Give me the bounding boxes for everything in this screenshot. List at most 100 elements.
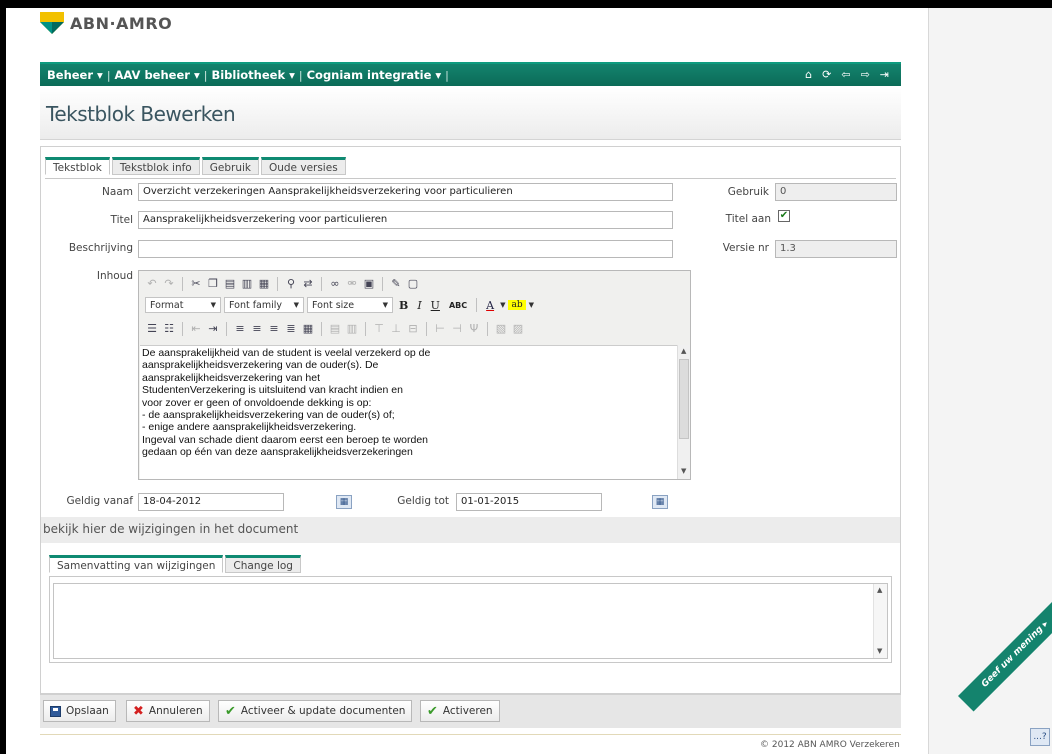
undo-icon[interactable]: ↶ bbox=[145, 277, 159, 291]
cell-props-icon[interactable]: ▥ bbox=[345, 322, 359, 336]
outdent-icon[interactable]: ⇤ bbox=[189, 322, 203, 336]
replace-icon[interactable]: ⇄ bbox=[301, 277, 315, 291]
geldig-vanaf-field[interactable]: 18-04-2012 bbox=[138, 493, 284, 511]
italic-button[interactable]: I bbox=[414, 299, 424, 312]
scroll-down-icon[interactable]: ▼ bbox=[681, 467, 686, 475]
text-color-button[interactable]: A bbox=[483, 299, 497, 312]
numbered-list-icon[interactable]: ☷ bbox=[162, 322, 176, 336]
check-icon: ✔ bbox=[225, 703, 236, 719]
nav-cogniam-integratie[interactable]: Cogniam integratie ▾ bbox=[304, 68, 445, 82]
nav-beheer[interactable]: Beheer ▾ bbox=[44, 68, 106, 82]
insert-row-after-icon[interactable]: ⊥ bbox=[389, 322, 403, 336]
cleanup-icon[interactable]: ✎ bbox=[389, 277, 403, 291]
tab-samenvatting[interactable]: Samenvatting van wijzigingen bbox=[49, 555, 224, 573]
link-icon[interactable]: ∞ bbox=[328, 277, 342, 291]
unlink-icon[interactable]: ⚮ bbox=[345, 277, 359, 291]
titel-aan-checkbox[interactable]: ✔ bbox=[778, 210, 790, 222]
html-source-icon[interactable]: ▢ bbox=[406, 277, 420, 291]
titel-field[interactable]: Aansprakelijkheidsverzekering voor parti… bbox=[138, 211, 673, 229]
beschrijving-field[interactable] bbox=[138, 240, 673, 258]
chevron-down-icon[interactable]: ▼ bbox=[500, 301, 505, 309]
chevron-down-icon[interactable]: ▼ bbox=[529, 301, 534, 309]
editor-line: - enige andere aansprakelijkheidsverzeke… bbox=[142, 421, 357, 434]
tab-gebruik[interactable]: Gebruik bbox=[201, 157, 259, 175]
toolbar-separator bbox=[382, 277, 383, 291]
back-icon[interactable]: ⇦ bbox=[841, 68, 850, 81]
toolbar-separator bbox=[487, 322, 488, 336]
tab-bar: Tekstblok Tekstblok info Gebruik Oude ve… bbox=[45, 157, 346, 175]
table-icon[interactable]: ▦ bbox=[301, 322, 315, 336]
align-justify-icon[interactable]: ≣ bbox=[284, 322, 298, 336]
bullet-list-icon[interactable]: ☰ bbox=[145, 322, 159, 336]
paste-icon[interactable]: ▤ bbox=[223, 277, 237, 291]
tab-tekstblok[interactable]: Tekstblok bbox=[45, 157, 110, 175]
toolbar-separator bbox=[426, 322, 427, 336]
insert-col-before-icon[interactable]: ⊢ bbox=[433, 322, 447, 336]
scroll-down-icon[interactable]: ▼ bbox=[877, 647, 882, 655]
action-bar: Opslaan ✖ Annuleren ✔ Activeer & update … bbox=[40, 694, 901, 728]
geldig-tot-field[interactable]: 01-01-2015 bbox=[456, 493, 602, 511]
underline-button[interactable]: U bbox=[428, 299, 443, 312]
font-size-select[interactable]: Font size ▼ bbox=[307, 297, 393, 313]
forward-icon[interactable]: ⇨ bbox=[861, 68, 870, 81]
insert-row-before-icon[interactable]: ⊤ bbox=[372, 322, 386, 336]
page-title: Tekstblok Bewerken bbox=[46, 102, 236, 126]
calendar-icon[interactable]: ▦ bbox=[336, 495, 352, 509]
summary-scrollbar[interactable]: ▲ ▼ bbox=[873, 584, 887, 658]
tab-tekstblok-info[interactable]: Tekstblok info bbox=[111, 157, 200, 175]
scroll-up-icon[interactable]: ▲ bbox=[681, 347, 686, 355]
table-props-icon[interactable]: ▤ bbox=[328, 322, 342, 336]
tab-oude-versies[interactable]: Oude versies bbox=[260, 157, 346, 175]
redo-icon[interactable]: ↷ bbox=[162, 277, 176, 291]
editor-scrollbar[interactable]: ▲ ▼ bbox=[677, 345, 690, 479]
copy-icon[interactable]: ❐ bbox=[206, 277, 220, 291]
save-button[interactable]: Opslaan bbox=[43, 700, 116, 722]
toolbar-separator bbox=[226, 322, 227, 336]
paste-word-icon[interactable]: ▦ bbox=[257, 277, 271, 291]
merge-cells-icon[interactable]: ▨ bbox=[511, 322, 525, 336]
cancel-button[interactable]: ✖ Annuleren bbox=[126, 700, 210, 722]
refresh-icon[interactable]: ⟳ bbox=[822, 68, 831, 81]
indent-icon[interactable]: ⇥ bbox=[206, 322, 220, 336]
delete-row-icon[interactable]: ⊟ bbox=[406, 322, 420, 336]
naam-field[interactable]: Overzicht verzekeringen Aansprakelijkhei… bbox=[138, 183, 673, 201]
tab-change-log[interactable]: Change log bbox=[225, 555, 301, 573]
activate-button[interactable]: ✔ Activeren bbox=[420, 700, 500, 722]
logout-icon[interactable]: ⇥ bbox=[880, 68, 889, 81]
delete-col-icon[interactable]: Ψ bbox=[467, 322, 481, 336]
insert-col-after-icon[interactable]: ⊣ bbox=[450, 322, 464, 336]
home-icon[interactable]: ⌂ bbox=[805, 68, 812, 81]
format-select[interactable]: Format ▼ bbox=[145, 297, 221, 313]
spellcheck-button[interactable]: ABC bbox=[446, 301, 470, 310]
edit-panel: Tekstblok Tekstblok info Gebruik Oude ve… bbox=[40, 146, 901, 694]
align-left-icon[interactable]: ≡ bbox=[233, 322, 247, 336]
image-icon[interactable]: ▣ bbox=[362, 277, 376, 291]
split-cells-icon[interactable]: ▧ bbox=[494, 322, 508, 336]
scrollbar-thumb[interactable] bbox=[679, 359, 689, 439]
cancel-button-label: Annuleren bbox=[148, 705, 203, 717]
summary-textarea[interactable]: ▲ ▼ bbox=[53, 583, 888, 659]
calendar-icon[interactable]: ▦ bbox=[652, 495, 668, 509]
activate-update-button[interactable]: ✔ Activeer & update documenten bbox=[218, 700, 413, 722]
align-right-icon[interactable]: ≡ bbox=[267, 322, 281, 336]
nav-aav-beheer[interactable]: AAV beheer ▾ bbox=[112, 68, 203, 82]
chevron-down-icon: ▼ bbox=[210, 301, 216, 309]
font-family-select-label: Font family bbox=[229, 299, 283, 311]
paste-text-icon[interactable]: ▥ bbox=[240, 277, 254, 291]
nav-bibliotheek[interactable]: Bibliotheek ▾ bbox=[208, 68, 297, 82]
find-icon[interactable]: ⚲ bbox=[284, 277, 298, 291]
toolbar-separator bbox=[182, 322, 183, 336]
chat-icon[interactable]: ...? bbox=[1030, 728, 1050, 746]
cut-icon[interactable]: ✂ bbox=[189, 277, 203, 291]
align-center-icon[interactable]: ≡ bbox=[250, 322, 264, 336]
view-changes-link[interactable]: bekijk hier de wijzigingen in het docume… bbox=[43, 522, 298, 536]
save-icon bbox=[50, 705, 61, 717]
font-family-select[interactable]: Font family ▼ bbox=[224, 297, 304, 313]
gebruik-label: Gebruik bbox=[727, 186, 769, 198]
chevron-down-icon: ▼ bbox=[293, 301, 299, 309]
highlight-color-button[interactable]: ab bbox=[508, 300, 526, 310]
editor-content-area[interactable]: De aansprakelijkheid van de student is v… bbox=[140, 345, 677, 479]
versie-label: Versie nr bbox=[722, 242, 769, 254]
scroll-up-icon[interactable]: ▲ bbox=[877, 586, 882, 594]
bold-button[interactable]: B bbox=[396, 299, 411, 312]
